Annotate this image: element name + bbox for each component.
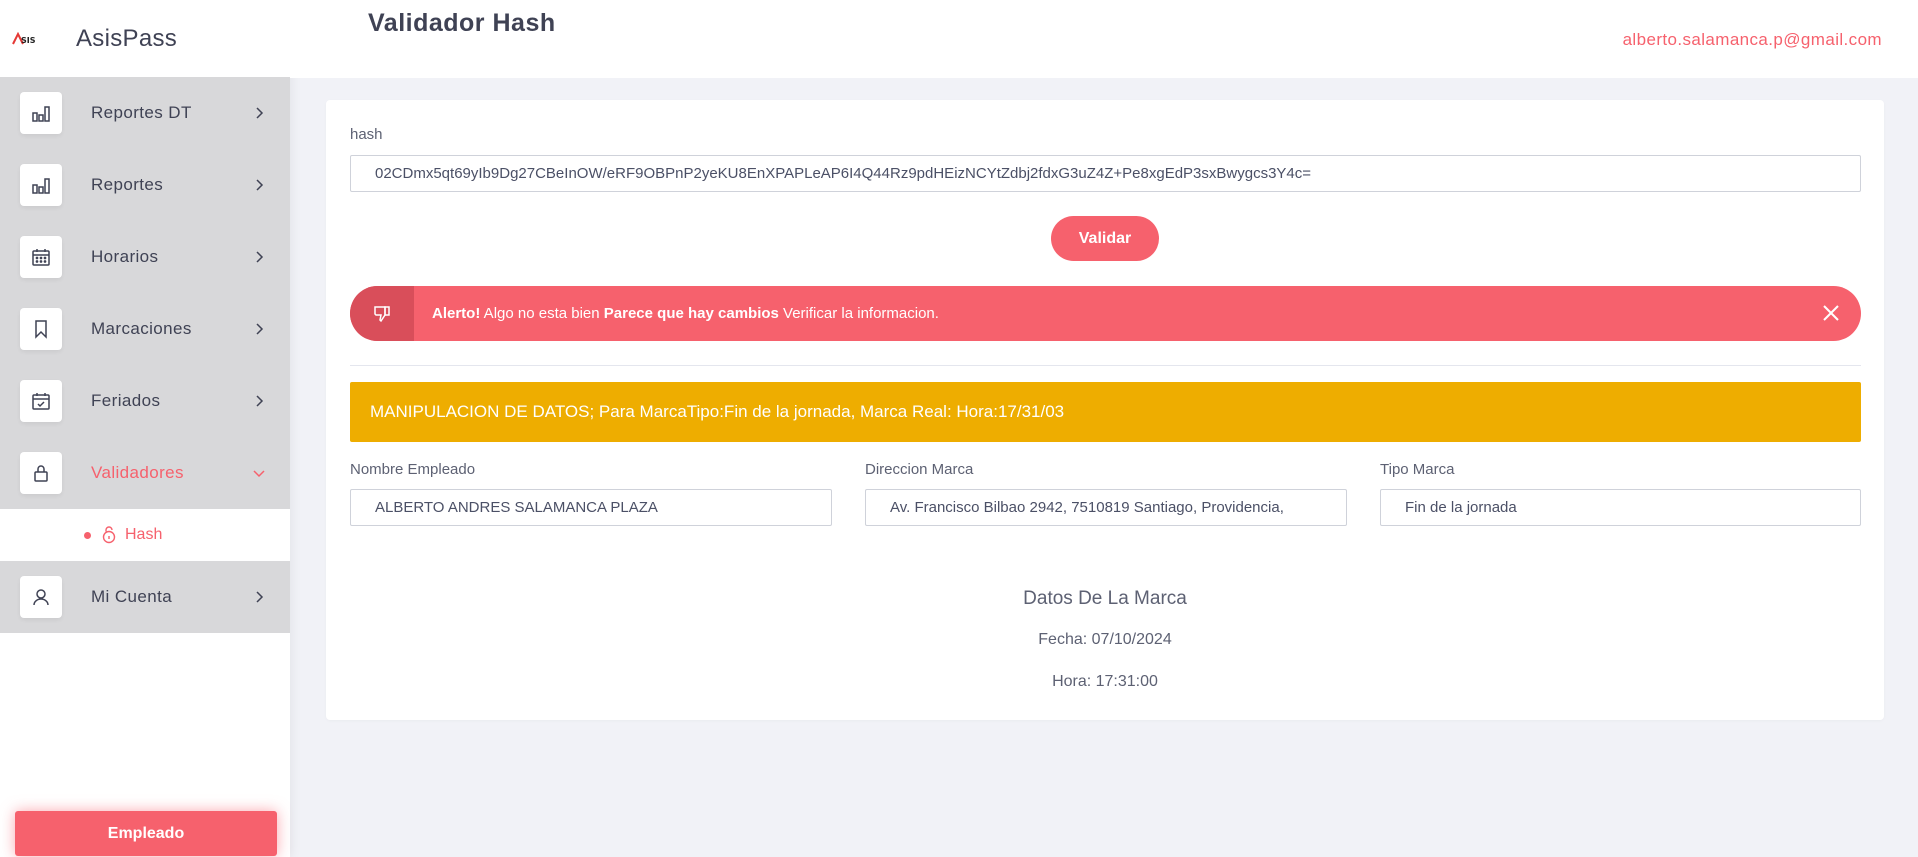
chevron-right-icon <box>256 251 264 263</box>
sidebar-item-label: Feriados <box>91 391 161 410</box>
empleado-button[interactable]: Empleado <box>15 811 277 856</box>
sidebar-menu: Reportes DT Reportes Horarios Marcacione… <box>0 77 290 509</box>
hash-label: hash <box>350 126 383 143</box>
alert-strong-1: Alerto! <box>432 305 481 322</box>
alert-text-2: Verificar la informacion. <box>778 305 939 322</box>
sidebar-item-reportes[interactable]: Reportes <box>0 149 290 221</box>
sidebar-item-label: Horarios <box>91 247 159 266</box>
tipo-marca-label: Tipo Marca <box>1380 461 1455 478</box>
tipo-marca-field[interactable]: Fin de la jornada <box>1380 489 1861 526</box>
sidebar-subitem-label: Hash <box>125 526 163 543</box>
sidebar-item-feriados[interactable]: Feriados <box>0 365 290 437</box>
mark-date: Fecha: 07/10/2024 <box>1038 631 1172 648</box>
unlock-icon <box>102 526 116 544</box>
alert-strong-2: Parece que hay cambios <box>603 305 779 322</box>
sidebar-item-mi-cuenta[interactable]: Mi Cuenta <box>0 561 290 633</box>
close-icon[interactable] <box>1821 303 1841 323</box>
sidebar-item-label: Mi Cuenta <box>91 587 173 606</box>
sidebar-item-label: Marcaciones <box>91 319 192 338</box>
hash-validator-card: hash 02CDmx5qt69yIb9Dg27CBeInOW/eRF9OBPn… <box>326 100 1884 720</box>
manipulation-warning: MANIPULACION DE DATOS; Para MarcaTipo:Fi… <box>350 382 1861 442</box>
sidebar-item-horarios[interactable]: Horarios <box>0 221 290 293</box>
brand: SIS AsisPass <box>0 0 290 77</box>
divider <box>350 365 1861 366</box>
sidebar-item-marcaciones[interactable]: Marcaciones <box>0 293 290 365</box>
sidebar-menu-bottom: Mi Cuenta <box>0 561 290 633</box>
brand-name[interactable]: AsisPass <box>76 25 177 53</box>
brand-logo[interactable]: SIS <box>12 31 54 46</box>
bar-chart-icon <box>20 92 62 134</box>
sidebar-item-validadores[interactable]: Validadores <box>0 437 290 509</box>
sidebar-item-label: Reportes DT <box>91 103 192 122</box>
top-header: Validador Hash alberto.salamanca.p@gmail… <box>290 0 1918 78</box>
nombre-empleado-label: Nombre Empleado <box>350 461 476 478</box>
page-title: Validador Hash <box>368 9 556 37</box>
bookmark-icon <box>20 308 62 350</box>
mark-time: Hora: 17:31:00 <box>1052 673 1158 690</box>
chevron-right-icon <box>256 179 264 191</box>
sidebar-item-label: Validadores <box>91 463 184 482</box>
bullet-dot <box>84 531 91 539</box>
calendar-icon <box>20 236 62 278</box>
chevron-right-icon <box>256 395 264 407</box>
sidebar-item-reportes-dt[interactable]: Reportes DT <box>0 77 290 149</box>
chevron-right-icon <box>256 323 264 335</box>
sidebar: SIS AsisPass Reportes DT Reportes Horari… <box>0 0 290 857</box>
chevron-right-icon <box>256 107 264 119</box>
alert-message: Alerto! Algo no esta bien Parece que hay… <box>432 305 939 322</box>
calendar-check-icon <box>20 380 62 422</box>
thumbs-down-icon <box>350 286 414 341</box>
chevron-right-icon <box>256 591 264 603</box>
direccion-marca-field[interactable]: Av. Francisco Bilbao 2942, 7510819 Santi… <box>865 489 1347 526</box>
bar-chart-icon <box>20 164 62 206</box>
validar-button[interactable]: Validar <box>1051 216 1159 261</box>
mark-data-title: Datos De La Marca <box>1023 588 1187 609</box>
nombre-empleado-field[interactable]: ALBERTO ANDRES SALAMANCA PLAZA <box>350 489 832 526</box>
direccion-marca-label: Direccion Marca <box>865 461 974 478</box>
user-email[interactable]: alberto.salamanca.p@gmail.com <box>1623 30 1882 50</box>
sidebar-subitem-hash[interactable]: Hash <box>0 509 290 561</box>
lock-icon <box>20 452 62 494</box>
user-icon <box>20 576 62 618</box>
sidebar-item-label: Reportes <box>91 175 164 194</box>
svg-text:SIS: SIS <box>21 36 36 45</box>
chevron-down-icon <box>253 470 265 478</box>
alert-text-1: Algo no esta bien <box>480 305 604 322</box>
error-alert: Alerto! Algo no esta bien Parece que hay… <box>350 286 1861 341</box>
hash-input[interactable]: 02CDmx5qt69yIb9Dg27CBeInOW/eRF9OBPnP2yeK… <box>350 155 1861 192</box>
